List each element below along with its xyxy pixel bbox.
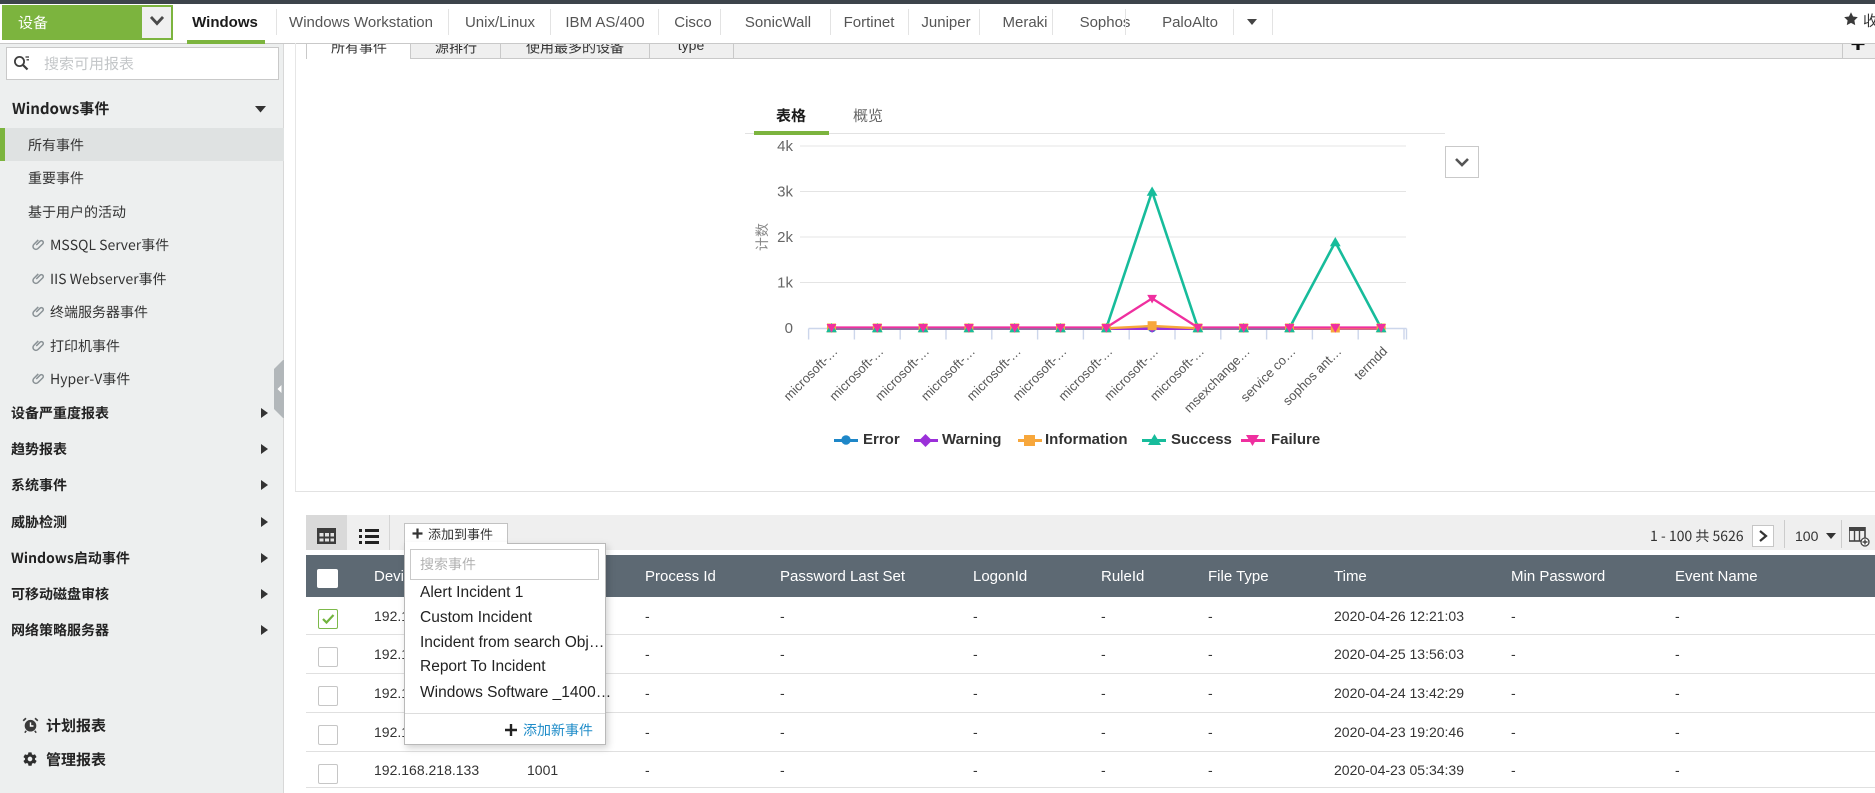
- svg-text:4k: 4k: [777, 138, 793, 155]
- svg-text:1k: 1k: [777, 275, 793, 292]
- svg-text:0: 0: [785, 320, 793, 337]
- svg-text:termdd: termdd: [1351, 344, 1390, 383]
- svg-text:3k: 3k: [777, 184, 793, 201]
- svg-text:2k: 2k: [777, 229, 793, 246]
